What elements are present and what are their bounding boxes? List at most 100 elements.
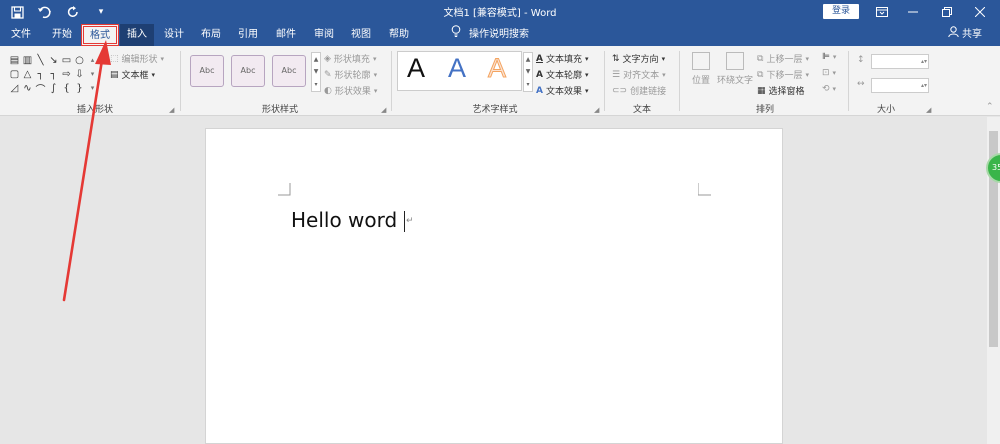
tab-view[interactable]: 视图 — [343, 24, 379, 46]
position-button[interactable]: 位置 — [686, 52, 716, 86]
position-icon — [692, 52, 710, 70]
shape-fill-button[interactable]: ◈ 形状填充 ▾ — [324, 52, 377, 66]
elbow-arrow-shape-icon[interactable]: ┐ — [47, 67, 60, 81]
login-button[interactable]: 登录 — [823, 4, 859, 19]
gallery-more-icon[interactable]: ▾ — [314, 81, 317, 88]
share-label: 共享 — [962, 29, 982, 40]
vertical-textbox-shape-icon[interactable]: ▥ — [21, 53, 34, 67]
height-input[interactable] — [871, 54, 929, 69]
shape-outline-button[interactable]: ✎ 形状轮廓 ▾ — [324, 68, 378, 82]
minimize-icon[interactable] — [898, 0, 928, 24]
document-text[interactable]: Hello word — [291, 208, 397, 232]
create-link-button[interactable]: ⊂⊃ 创建链接 — [612, 84, 666, 98]
curve-shape-icon[interactable]: ∫ — [47, 81, 60, 95]
arc-shape-icon[interactable]: ⌒ — [34, 81, 47, 96]
chevron-down-icon: ▾ — [832, 53, 837, 61]
tab-design[interactable]: 设计 — [157, 24, 191, 46]
tab-help[interactable]: 帮助 — [381, 24, 417, 46]
shape-effects-button[interactable]: ◐ 形状效果 ▾ — [324, 84, 377, 98]
arrow-line-shape-icon[interactable]: ↘ — [47, 53, 60, 67]
edit-shape-button[interactable]: ⬚ 编辑形状 ▾ — [110, 52, 164, 66]
wordart-style-blue[interactable]: A — [448, 54, 466, 82]
shape-style-3[interactable]: Abc — [272, 55, 306, 87]
gallery-more-icon[interactable]: ▾ — [526, 81, 529, 88]
ribbon: ▤ ▥ ╲ ↘ ▭ ○ ▴ ▢ △ ┐ ┐ ⇨ ⇩ ▾ ◿ ∿ ⌒ ∫ { } … — [0, 46, 1000, 116]
align-text-button[interactable]: ☰ 对齐文本 ▾ — [612, 68, 666, 82]
ribbon-display-icon[interactable] — [867, 0, 897, 24]
text-effects-button[interactable]: A 文本效果 ▾ — [536, 84, 589, 98]
shape-gallery[interactable]: ▤ ▥ ╲ ↘ ▭ ○ ▴ ▢ △ ┐ ┐ ⇨ ⇩ ▾ ◿ ∿ ⌒ ∫ { } … — [8, 53, 100, 96]
oval-shape-icon[interactable]: ○ — [73, 53, 86, 67]
dialog-launcher-icon[interactable]: ◢ — [169, 106, 174, 114]
line-shape-icon[interactable]: ╲ — [34, 53, 47, 67]
tab-home[interactable]: 开始 — [44, 24, 80, 46]
down-arrow-shape-icon[interactable]: ⇩ — [73, 67, 86, 81]
bring-forward-button[interactable]: ⧉ 上移一层 ▾ — [757, 52, 809, 66]
chevron-down-icon: ▾ — [372, 54, 377, 63]
shapes-more-down-icon[interactable]: ▾ — [86, 67, 99, 81]
align-button[interactable]: ⊫ ▾ — [822, 52, 836, 62]
tab-format[interactable]: 格式 — [81, 24, 119, 46]
send-backward-button[interactable]: ⧉ 下移一层 ▾ — [757, 68, 809, 82]
dialog-launcher-icon[interactable]: ◢ — [926, 106, 931, 114]
freeform-shape-icon[interactable]: ◿ — [8, 81, 21, 95]
right-brace-shape-icon[interactable]: } — [73, 81, 86, 95]
text-box-button[interactable]: ▤ 文本框 ▾ — [110, 68, 155, 82]
chevron-down-icon: ▾ — [373, 70, 378, 79]
text-fill-label: 文本填充 — [545, 55, 582, 65]
tab-file[interactable]: 文件 — [4, 24, 38, 46]
chevron-down-icon: ▾ — [805, 54, 809, 63]
scroll-up-icon[interactable]: ▲ — [314, 56, 319, 63]
send-backward-icon: ⧉ — [757, 69, 764, 80]
wordart-gallery-scroll[interactable]: ▲ ▼ ▾ — [523, 52, 533, 92]
triangle-shape-icon[interactable]: △ — [21, 67, 34, 81]
elbow-connector-shape-icon[interactable]: ┐ — [34, 67, 47, 81]
shapes-expand-icon[interactable]: ▾ — [86, 81, 99, 95]
rectangle-shape-icon[interactable]: ▭ — [60, 53, 73, 67]
text-direction-button[interactable]: ⇅ 文字方向 ▾ — [612, 52, 665, 66]
collapse-ribbon-icon[interactable]: ⌃ — [986, 102, 994, 112]
rotate-button[interactable]: ⟲ ▾ — [822, 84, 836, 94]
scroll-down-icon[interactable]: ▼ — [314, 68, 319, 75]
right-arrow-shape-icon[interactable]: ⇨ — [60, 67, 73, 81]
tab-review[interactable]: 审阅 — [306, 24, 342, 46]
shape-style-1[interactable]: Abc — [190, 55, 224, 87]
restore-icon[interactable] — [932, 0, 962, 24]
group-label-shape-styles: 形状样式 — [261, 105, 298, 115]
shapes-more-up-icon[interactable]: ▴ — [86, 53, 99, 67]
rounded-rectangle-shape-icon[interactable]: ▢ — [8, 67, 21, 81]
scroll-down-icon[interactable]: ▼ — [526, 68, 531, 75]
document-page[interactable] — [205, 128, 783, 444]
dialog-launcher-icon[interactable]: ◢ — [594, 106, 599, 114]
left-brace-shape-icon[interactable]: { — [60, 81, 73, 95]
text-fill-button[interactable]: A 文本填充 ▾ — [536, 52, 589, 66]
shape-outline-label: 形状轮廓 — [334, 71, 371, 81]
tab-layout[interactable]: 布局 — [194, 24, 228, 46]
tab-references[interactable]: 引用 — [231, 24, 265, 46]
wordart-style-black[interactable]: A — [407, 54, 425, 82]
close-icon[interactable] — [965, 0, 995, 24]
scroll-up-icon[interactable]: ▲ — [526, 56, 531, 63]
chevron-down-icon: ▾ — [832, 69, 837, 77]
scribble-shape-icon[interactable]: ∿ — [21, 81, 34, 95]
text-fill-icon: A — [536, 53, 543, 64]
width-input[interactable] — [871, 78, 929, 93]
text-outline-button[interactable]: A 文本轮廓 ▾ — [536, 68, 589, 82]
selection-pane-button[interactable]: ▦ 选择窗格 — [757, 84, 805, 98]
group-objects-button[interactable]: ⊡ ▾ — [822, 68, 836, 78]
wordart-style-orange-outline[interactable]: A — [487, 54, 506, 83]
dialog-launcher-icon[interactable]: ◢ — [381, 106, 386, 114]
text-box-icon: ▤ — [110, 69, 119, 80]
style-gallery-scroll[interactable]: ▲ ▼ ▾ — [311, 52, 321, 92]
tell-me-search[interactable]: 操作说明搜索 — [451, 24, 529, 46]
tab-mailings[interactable]: 邮件 — [268, 24, 304, 46]
share-button[interactable]: 共享 — [948, 24, 982, 46]
wrap-text-button[interactable]: 环绕文字 — [716, 52, 754, 86]
textbox-shape-icon[interactable]: ▤ — [8, 53, 21, 67]
lightbulb-icon — [451, 24, 461, 46]
effects-icon: ◐ — [324, 85, 332, 96]
shape-style-2[interactable]: Abc — [231, 55, 265, 87]
group-divider — [604, 51, 605, 111]
height-icon: ↕ — [857, 55, 865, 65]
tab-insert[interactable]: 插入 — [120, 24, 154, 46]
